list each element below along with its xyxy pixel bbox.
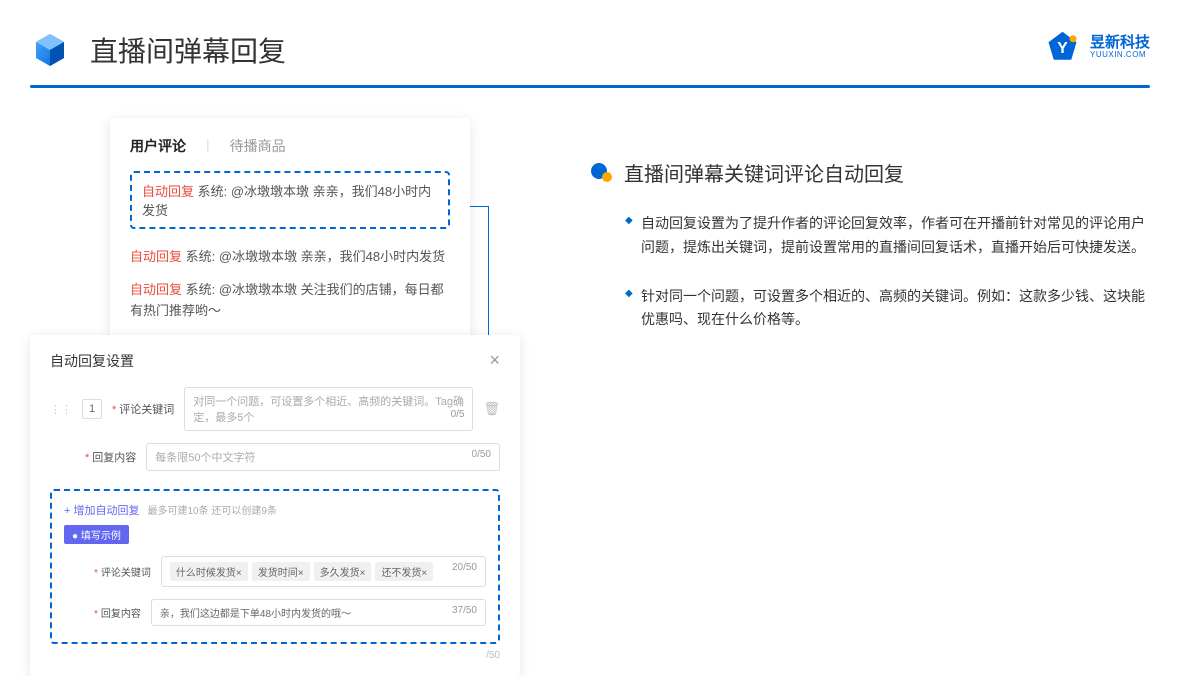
delete-icon[interactable]: 🗑 — [483, 401, 500, 417]
example-keyword-row: *评论关键词 什么时候发货×发货时间×多久发货×还不发货× 20/50 — [64, 550, 486, 593]
modal-header: 自动回复设置 × — [50, 350, 500, 381]
header-divider — [30, 85, 1150, 88]
form-row-content: *回复内容 每条限50个中文字符 0/50 — [50, 437, 500, 477]
brand-logo: Y 昱新科技 YUUXIN.COM — [1045, 30, 1150, 65]
bullet-item: 自动回复设置为了提升作者的评论回复效率，作者可在开播前针对常见的评论用户问题，提… — [625, 212, 1150, 260]
description-column: 直播间弹幕关键词评论自动回复 自动回复设置为了提升作者的评论回复效率，作者可在开… — [590, 118, 1150, 676]
tab-user-comments[interactable]: 用户评论 — [130, 136, 186, 156]
keyword-tag[interactable]: 什么时候发货× — [170, 562, 248, 581]
tab-pending-goods[interactable]: 待播商品 — [230, 136, 286, 156]
bubble-icon — [590, 161, 614, 185]
keyword-tag[interactable]: 还不发货× — [375, 562, 433, 581]
brand-icon: Y — [1045, 30, 1080, 65]
section-header: 直播间弹幕关键词评论自动回复 — [590, 158, 1150, 187]
ex-content-input[interactable]: 亲，我们这边都是下单48小时内发货的哦～37/50 — [151, 599, 486, 626]
section-title: 直播间弹幕关键词评论自动回复 — [624, 158, 904, 187]
auto-reply-tag: 自动回复 — [130, 282, 182, 297]
ex-keyword-input[interactable]: 什么时候发货×发货时间×多久发货×还不发货× 20/50 — [161, 556, 486, 587]
comment-text: 系统: @冰墩墩本墩 亲亲，我们48小时内发货 — [182, 249, 445, 264]
keyword-input[interactable]: 对同一个问题，可设置多个相近、高频的关键词。Tag确定，最多5个 0/5 — [184, 387, 473, 431]
content-input[interactable]: 每条限50个中文字符 0/50 — [146, 443, 500, 471]
trailing-count: /50 — [50, 644, 500, 661]
comments-panel: 用户评论 | 待播商品 自动回复 系统: @冰墩墩本墩 亲亲，我们48小时内发货… — [110, 118, 470, 345]
row-number: 1 — [82, 399, 102, 419]
connector-line — [470, 206, 488, 207]
modal-title-text: 自动回复设置 — [50, 351, 134, 371]
ex-content-label: *回复内容 — [94, 605, 141, 620]
example-content-row: *回复内容 亲，我们这边都是下单48小时内发货的哦～37/50 — [64, 593, 486, 632]
example-section: + 增加自动回复最多可建10条 还可以创建9条 ● 填写示例 *评论关键词 什么… — [50, 489, 500, 644]
brand-name-en: YUUXIN.COM — [1090, 51, 1150, 60]
bullet-item: 针对同一个问题，可设置多个相近的、高频的关键词。例如：这款多少钱、这块能优惠吗、… — [625, 285, 1150, 333]
comment-row: 自动回复 系统: @冰墩墩本墩 关注我们的店铺，每日都有热门推荐哟～ — [130, 274, 450, 328]
highlighted-comment: 自动回复 系统: @冰墩墩本墩 亲亲，我们48小时内发货 — [130, 171, 450, 229]
ex-keyword-label: *评论关键词 — [94, 564, 151, 579]
drag-icon[interactable]: ⋮⋮ — [50, 403, 72, 416]
settings-modal: 自动回复设置 × ⋮⋮ 1 *评论关键词 对同一个问题，可设置多个相近、高频的关… — [30, 335, 520, 676]
form-row-keyword: ⋮⋮ 1 *评论关键词 对同一个问题，可设置多个相近、高频的关键词。Tag确定，… — [50, 381, 500, 437]
page-title: 直播间弹幕回复 — [90, 30, 286, 70]
bullet-list: 自动回复设置为了提升作者的评论回复效率，作者可在开播前针对常见的评论用户问题，提… — [590, 212, 1150, 332]
keyword-tag[interactable]: 多久发货× — [314, 562, 372, 581]
brand-name-cn: 昱新科技 — [1090, 35, 1150, 52]
keyword-label: *评论关键词 — [112, 401, 174, 417]
svg-text:Y: Y — [1057, 40, 1068, 57]
auto-reply-tag: 自动回复 — [142, 184, 194, 199]
comment-row: 自动回复 系统: @冰墩墩本墩 亲亲，我们48小时内发货 — [130, 241, 450, 274]
screenshot-column: 用户评论 | 待播商品 自动回复 系统: @冰墩墩本墩 亲亲，我们48小时内发货… — [30, 118, 550, 676]
add-reply-link[interactable]: + 增加自动回复 — [64, 505, 139, 517]
keyword-tag[interactable]: 发货时间× — [252, 562, 310, 581]
tabs: 用户评论 | 待播商品 — [130, 136, 450, 156]
content-label: *回复内容 — [85, 449, 136, 465]
page-header: 直播间弹幕回复 — [0, 0, 1180, 85]
cube-icon — [30, 30, 70, 70]
add-hint: 最多可建10条 还可以创建9条 — [147, 506, 276, 517]
tab-separator: | — [206, 136, 210, 156]
auto-reply-tag: 自动回复 — [130, 249, 182, 264]
close-icon[interactable]: × — [489, 350, 500, 371]
example-badge: ● 填写示例 — [64, 525, 129, 544]
